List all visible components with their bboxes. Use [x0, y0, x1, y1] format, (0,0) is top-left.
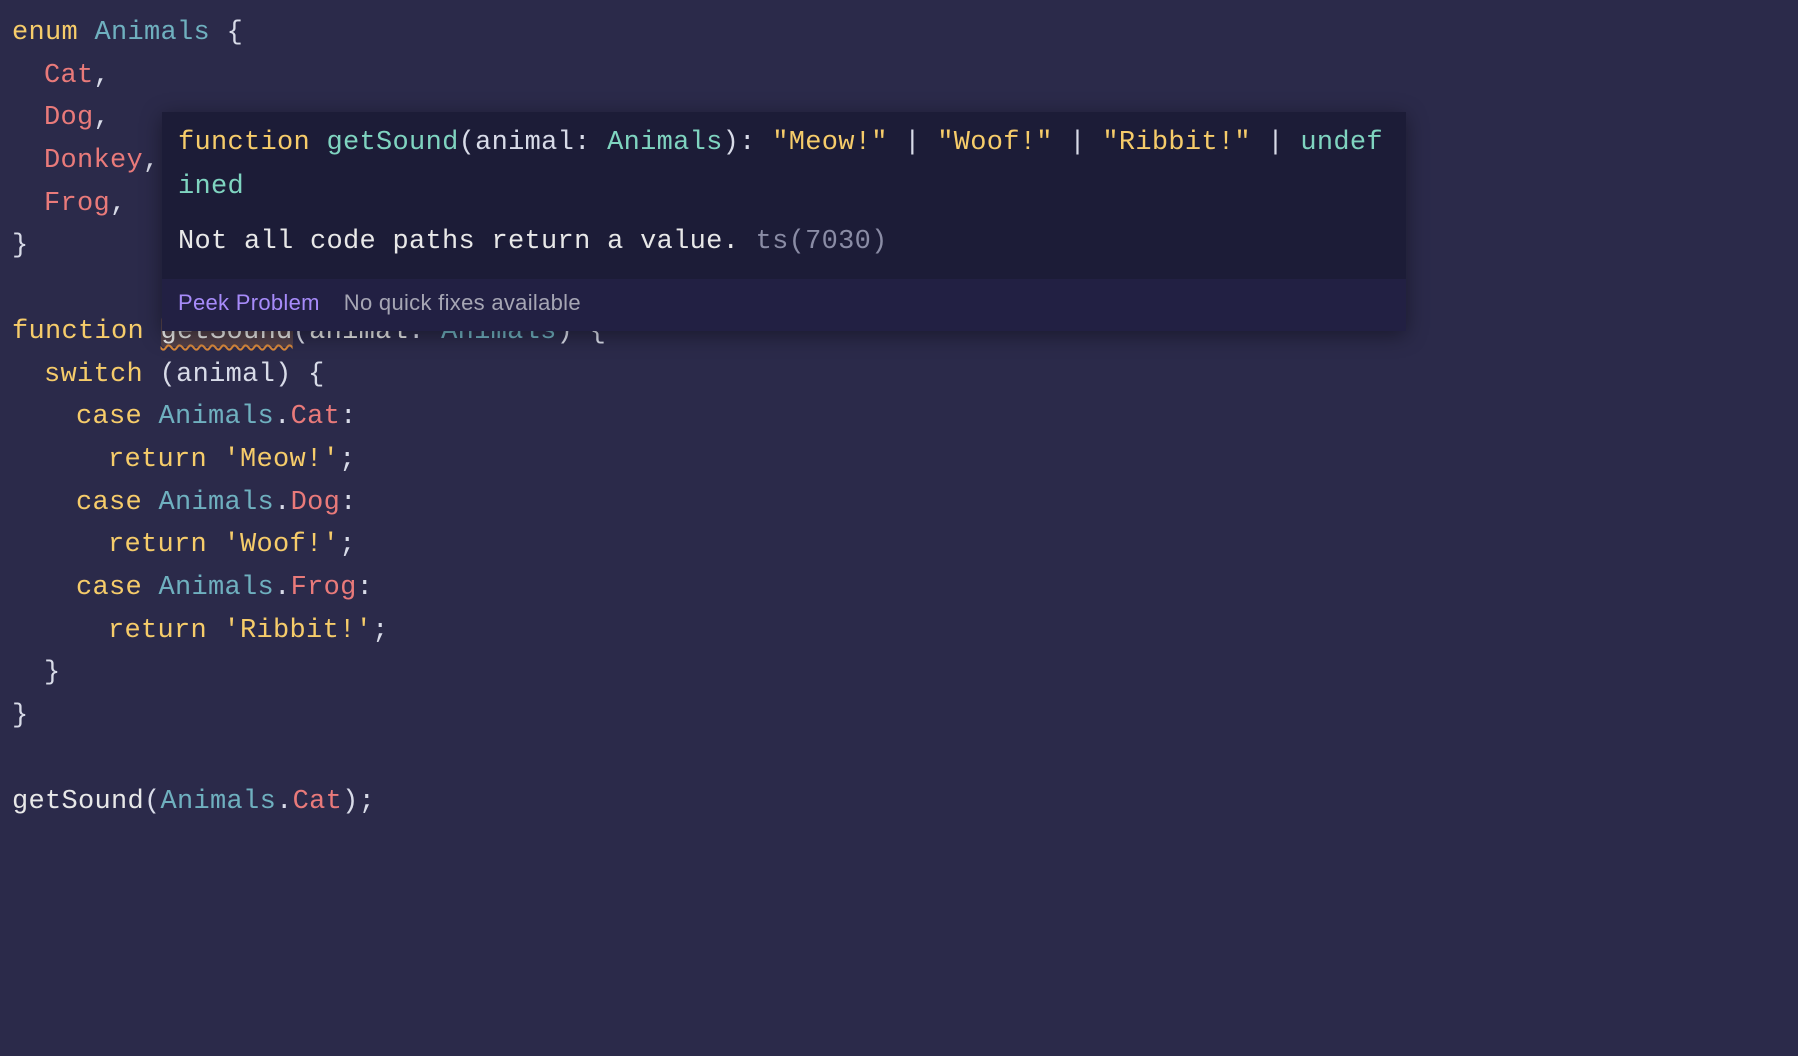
- code-line: }: [12, 695, 1798, 738]
- code-line: case Animals.Frog:: [12, 567, 1798, 610]
- hover-diagnostic: Not all code paths return a value. ts(70…: [162, 217, 1406, 279]
- code-line: getSound(Animals.Cat);: [12, 781, 1798, 824]
- code-line: }: [12, 652, 1798, 695]
- code-line: switch (animal) {: [12, 354, 1798, 397]
- blank-line: [12, 738, 1798, 781]
- code-line: case Animals.Dog:: [12, 482, 1798, 525]
- code-line: return 'Meow!';: [12, 439, 1798, 482]
- hover-signature: function getSound(animal: Animals): "Meo…: [162, 112, 1406, 217]
- code-line: case Animals.Cat:: [12, 396, 1798, 439]
- peek-problem-link[interactable]: Peek Problem: [178, 285, 320, 321]
- code-line: return 'Woof!';: [12, 524, 1798, 567]
- hover-actions: Peek Problem No quick fixes available: [162, 279, 1406, 331]
- code-line: enum Animals {: [12, 12, 1798, 55]
- code-line: Cat,: [12, 55, 1798, 98]
- hover-widget[interactable]: function getSound(animal: Animals): "Meo…: [162, 112, 1406, 331]
- code-line: return 'Ribbit!';: [12, 610, 1798, 653]
- no-quick-fix-label: No quick fixes available: [344, 285, 581, 321]
